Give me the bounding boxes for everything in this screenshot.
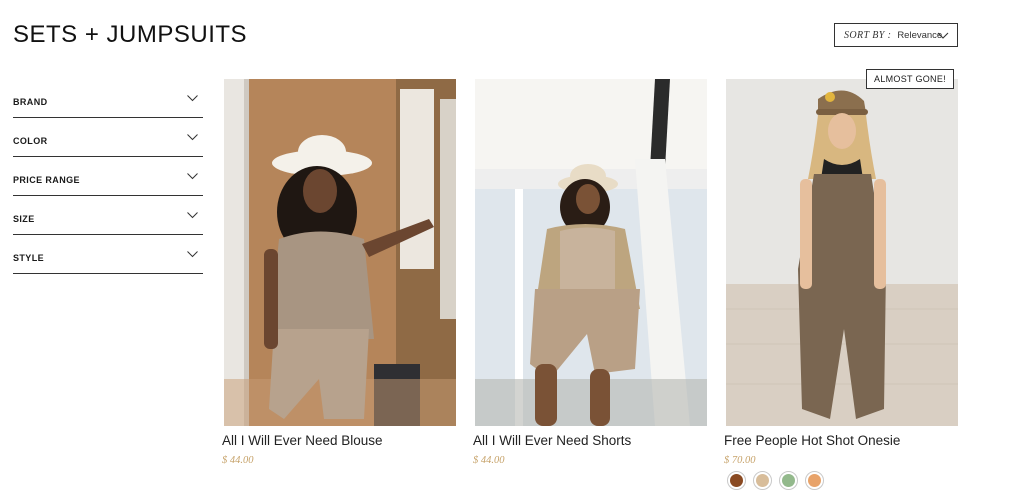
- color-swatches: [727, 471, 824, 490]
- product-price: $ 70.00: [724, 455, 756, 466]
- swatch-fill: [808, 474, 821, 487]
- color-swatch-sage[interactable]: [779, 471, 798, 490]
- product-image[interactable]: [224, 79, 456, 426]
- almost-gone-badge: ALMOST GONE!: [866, 69, 954, 89]
- filter-style[interactable]: STYLE: [13, 235, 203, 274]
- filter-label: STYLE: [13, 253, 45, 263]
- page-title: SETS + JUMPSUITS: [13, 21, 248, 48]
- sort-value: Relevance: [897, 29, 943, 41]
- product-title[interactable]: All I Will Ever Need Blouse: [222, 433, 383, 448]
- sort-dropdown[interactable]: SORT BY : Relevance: [834, 23, 958, 47]
- product-card[interactable]: All I Will Ever Need Blouse $ 44.00: [222, 79, 456, 466]
- product-price: $ 44.00: [222, 455, 254, 466]
- chevron-down-icon: [187, 95, 198, 102]
- color-swatch-tan[interactable]: [753, 471, 772, 490]
- swatch-fill: [756, 474, 769, 487]
- chevron-down-icon: [187, 173, 198, 180]
- color-swatch-apricot[interactable]: [805, 471, 824, 490]
- sort-label: SORT BY :: [844, 29, 892, 41]
- filter-label: BRAND: [13, 97, 48, 107]
- filter-size[interactable]: SIZE: [13, 196, 203, 235]
- filter-label: SIZE: [13, 214, 35, 224]
- product-card[interactable]: All I Will Ever Need Shorts $ 44.00: [473, 79, 707, 466]
- swatch-fill: [730, 474, 743, 487]
- product-title[interactable]: Free People Hot Shot Onesie: [724, 433, 900, 448]
- swatch-fill: [782, 474, 795, 487]
- chevron-down-icon: [187, 251, 198, 258]
- chevron-down-icon: [187, 212, 198, 219]
- filter-price-range[interactable]: PRICE RANGE: [13, 157, 203, 196]
- color-swatch-brown[interactable]: [727, 471, 746, 490]
- product-image[interactable]: [475, 79, 707, 426]
- product-price: $ 44.00: [473, 455, 505, 466]
- filter-label: COLOR: [13, 136, 48, 146]
- filter-label: PRICE RANGE: [13, 175, 80, 185]
- chevron-down-icon: [187, 134, 198, 141]
- product-image[interactable]: [726, 79, 958, 426]
- filter-color[interactable]: COLOR: [13, 118, 203, 157]
- filter-brand[interactable]: BRAND: [13, 79, 203, 118]
- product-title[interactable]: All I Will Ever Need Shorts: [473, 433, 631, 448]
- product-card[interactable]: Free People Hot Shot Onesie $ 70.00: [724, 79, 958, 466]
- chevron-down-icon: [937, 32, 949, 39]
- filter-sidebar: BRAND COLOR PRICE RANGE SIZE STYLE: [13, 79, 203, 274]
